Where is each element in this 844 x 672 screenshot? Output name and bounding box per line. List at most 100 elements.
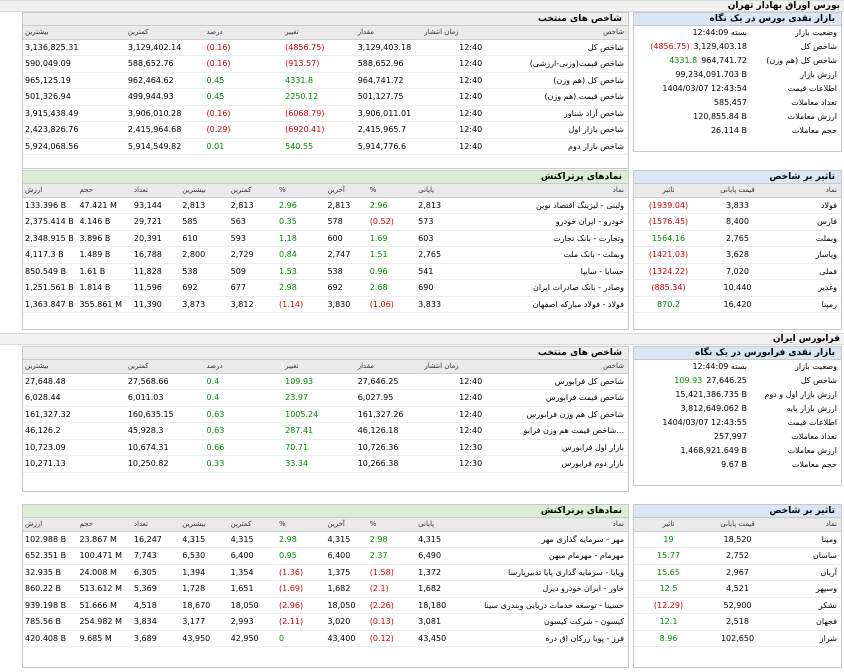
index-change: (6068.79) xyxy=(283,105,356,122)
table-row: 5,924,068.56 5,914,549.82 0.01 540.55 5,914,… xyxy=(23,138,628,155)
summary-row: تعداد معاملات 257,997 xyxy=(634,430,841,444)
index-change: 287.41 xyxy=(283,422,356,440)
symbol-name-link[interactable]: خاور - ایران خودرو دیزل xyxy=(452,580,628,598)
table-row: 1564.16 2,765 وبملت xyxy=(634,230,841,247)
impact-symbol: فجهان xyxy=(772,613,841,631)
index-low: 27,568.66 xyxy=(125,373,205,390)
index-time: 12:40 xyxy=(422,138,520,155)
symbol-value: 2,375.414 B xyxy=(23,213,78,231)
symbol-name-link[interactable]: مهرمام - مهرمام میهن xyxy=(452,547,628,565)
symbol-name-link[interactable]: حسایا - سایپا xyxy=(452,263,628,280)
index-name: شاخص بازار دوم xyxy=(519,138,628,155)
index-change: 109.93 xyxy=(283,373,356,390)
symbol-count: 5,369 xyxy=(131,580,181,598)
index-low: 499,944.93 xyxy=(125,88,205,106)
impact-close-price: 3,833 xyxy=(703,197,772,214)
impact-close-price: 2,765 xyxy=(703,230,772,247)
symbol-close-price: 2,765 xyxy=(416,246,453,264)
summary-label: ارزش معاملات xyxy=(787,446,837,455)
table-row: 1,363.847 B 355.861 M 11,390 3,873 3,812 (1.1… xyxy=(23,296,628,313)
table-row: 19 18,520 ومینا xyxy=(634,531,841,548)
symbol-name-link[interactable]: مهر - سرمایه گذاری مهر xyxy=(452,531,628,548)
index-time: 12:40 xyxy=(422,389,520,407)
symbol-high: 610 xyxy=(180,230,229,247)
index-value: 6,027.95 xyxy=(355,389,423,407)
column-header: نماد xyxy=(452,184,628,198)
symbol-volume: 513.612 M xyxy=(77,580,132,598)
symbol-close-percent: (1.58) xyxy=(367,564,417,581)
symbol-close-percent: 1.51 xyxy=(367,246,417,264)
column-header: کمترین xyxy=(125,26,205,40)
symbol-last-percent: 1.18 xyxy=(277,230,326,247)
table-row: 133.396 B 47.421 M 93,144 2,813 2,813 2.96 2,8… xyxy=(23,197,628,214)
column-header: حجم xyxy=(77,184,132,198)
summary-value: 1404/03/07 12:43:55 xyxy=(662,418,747,427)
index-name: بازار دوم فرابورس xyxy=(519,455,628,473)
table-row: (1324.22) 7,020 فملی xyxy=(634,263,841,280)
impact-symbol: فارس xyxy=(772,213,841,231)
index-value: 10,266.38 xyxy=(355,455,423,473)
symbol-name-link[interactable]: حسینا - توسعه خدمات دریایی وبندری سینا xyxy=(452,597,628,614)
index-change: 70.71 xyxy=(283,439,356,456)
table-row: 2,423,826.76 2,415,964.68 (0.29) (6920.41) 2… xyxy=(23,121,628,139)
symbol-name-link[interactable]: وپایا - سرمایه گذاری پایا تدبیرپارسا xyxy=(452,564,628,581)
index-time: 12:40 xyxy=(422,406,520,423)
index-change: 540.55 xyxy=(283,138,356,155)
impact-close-price: 18,520 xyxy=(703,531,772,548)
symbol-name-link[interactable]: فرز - پویا زرکان اق دره xyxy=(452,630,628,647)
tehran-symbols-panel: نمادهای پرتراکنش ارزش حجم تعداد بیشترین کمتر… xyxy=(22,170,629,330)
tehran-indices-title: شاخص های منتخب xyxy=(23,13,628,26)
column-header: حجم xyxy=(77,518,132,532)
column-header: قیمت پایانی xyxy=(703,184,772,198)
symbol-name-link[interactable]: وصادر - بانک صادرات ایران xyxy=(452,279,628,297)
column-header: % xyxy=(277,518,326,532)
symbol-high: 43,950 xyxy=(180,630,229,647)
index-change: (4856.75) xyxy=(283,39,356,56)
symbol-name-link[interactable]: ولبنی - لیزینگ اقتصاد نوین xyxy=(452,197,628,214)
index-value: 2,415,965.7 xyxy=(355,121,423,139)
index-high: 10,723.09 xyxy=(23,439,126,456)
summary-value-group: 99,234,091.703 B xyxy=(675,68,747,82)
symbol-last-price: 692 xyxy=(325,279,368,297)
summary-row: وضعیت بازار بسته 12:44:09 xyxy=(634,26,841,40)
index-name: شاخص کل هم وزن فرابورس xyxy=(519,406,628,423)
summary-label: وضعیت بازار xyxy=(795,362,837,371)
impact-value: 12.1 xyxy=(634,613,703,631)
summary-row: ارزش معاملات 120,855.84 B xyxy=(634,110,841,124)
summary-value-group: بسته 12:44:09 xyxy=(692,26,747,40)
symbol-high: 585 xyxy=(180,213,229,231)
symbol-name-link[interactable]: وبملت - بانک ملت xyxy=(452,246,628,264)
symbol-value: 2,348.915 B xyxy=(23,230,78,247)
summary-row: ارزش بازار پایه 3,812,649.062 B xyxy=(634,402,841,416)
symbol-close-percent: 1.69 xyxy=(367,230,417,247)
symbol-last-percent: 2.98 xyxy=(277,531,326,548)
symbol-close-price: 18,180 xyxy=(416,597,453,614)
column-header: پایانی xyxy=(416,518,453,532)
symbol-low: 593 xyxy=(228,230,278,247)
column-header: تاثیر xyxy=(634,518,703,532)
symbol-name-link[interactable]: کیسون - شرکت کیسون xyxy=(452,613,628,631)
farabourse-section-header: فرابورس ایران xyxy=(0,333,844,345)
impact-symbol: وپاسار xyxy=(772,246,841,264)
symbol-volume: 23.867 M xyxy=(77,531,132,548)
impact-value: (1421.03) xyxy=(634,246,703,264)
symbol-volume: 1.61 B xyxy=(77,263,132,280)
impact-symbol: ومینا xyxy=(772,531,841,548)
symbol-name-link[interactable]: وتجارت - بانک تجارت xyxy=(452,230,628,247)
symbol-count: 7,743 xyxy=(131,547,181,565)
impact-close-price: 2,518 xyxy=(703,613,772,631)
summary-value-group: 4331.8 964,741.72 xyxy=(669,54,747,68)
symbol-high: 1,394 xyxy=(180,564,229,581)
summary-label: ارزش بازار xyxy=(800,70,837,79)
impact-value: (885.34) xyxy=(634,279,703,297)
symbol-name-link[interactable]: فولاد - فولاد مبارکه اصفهان xyxy=(452,296,628,313)
table-row: 785.56 B 254.982 M 3,834 3,177 2,993 (2.11) 3,… xyxy=(23,613,628,631)
symbol-high: 2,800 xyxy=(180,246,229,264)
symbol-volume: 254.982 M xyxy=(77,613,132,631)
farabourse-liquidity-panel: بازار نقدی فرابورس در یک نگاه وضعیت بازا… xyxy=(633,346,842,486)
index-high: 965,125.19 xyxy=(23,72,126,89)
tehran-symbols-title: نمادهای پرتراکنش xyxy=(23,171,628,184)
symbol-name-link[interactable]: خودرو - ایران خودرو xyxy=(452,213,628,231)
impact-close-price: 16,420 xyxy=(703,296,772,313)
index-high: 2,423,826.76 xyxy=(23,121,126,139)
